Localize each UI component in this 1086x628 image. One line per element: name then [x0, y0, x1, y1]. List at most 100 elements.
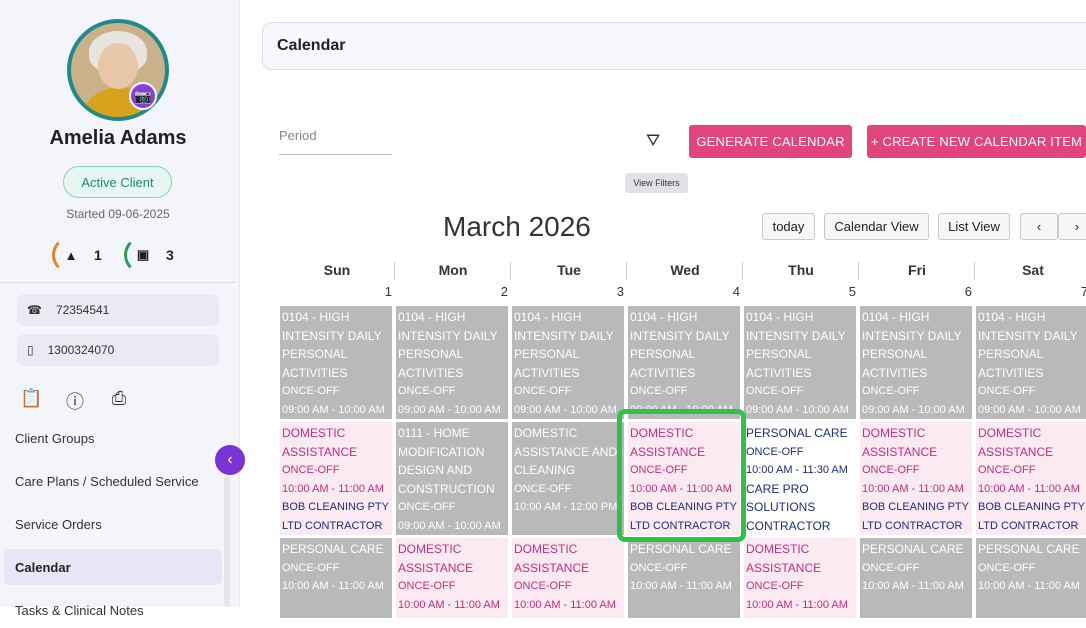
calendar-event[interactable]: 0104 - HIGH INTENSITY DAILY PERSONAL ACT…	[860, 306, 972, 419]
event-frequency: ONCE-OFF	[282, 561, 340, 574]
list-view-button[interactable]: List View	[938, 213, 1010, 240]
event-time: 10:00 AM - 12:00 PM	[514, 501, 618, 514]
event-frequency: ONCE-OFF	[282, 464, 340, 477]
client-name: Amelia Adams	[49, 127, 187, 149]
mobile-number: 1300324070	[47, 343, 115, 357]
collapse-sidebar-button[interactable]: ‹	[215, 445, 245, 475]
create-calendar-item-button[interactable]: + CREATE NEW CALENDAR ITEM	[867, 125, 1086, 158]
tool-row: 📋 ⓘ ⎙	[20, 388, 130, 414]
nav-item-client-groups[interactable]: Client Groups	[4, 420, 222, 456]
mobile-icon: ▯	[27, 343, 34, 357]
calendar-event[interactable]: DOMESTIC ASSISTANCE ONCE-OFF 10:00 AM - 11…	[512, 538, 624, 618]
event-title: DOMESTIC ASSISTANCE	[978, 426, 1054, 459]
event-frequency: ONCE-OFF	[398, 385, 456, 398]
header-separator	[394, 262, 395, 280]
event-title: DOMESTIC ASSISTANCE	[514, 542, 590, 575]
clipboard-icon[interactable]: 📋	[20, 388, 42, 414]
sidebar-scrollbar[interactable]	[224, 476, 230, 607]
nav-item-service-orders[interactable]: Service Orders	[4, 506, 222, 542]
calendar-event[interactable]: PERSONAL CARE ONCE-OFF 10:00 AM - 11:00 AM	[628, 538, 740, 618]
nav-item-tasks[interactable]: Tasks & Clinical Notes	[4, 592, 222, 628]
alert-counter[interactable]: ▲ 1	[52, 236, 102, 274]
day-header-fri: Fri	[908, 262, 926, 278]
event-time: 10:00 AM - 11:00 AM	[862, 580, 964, 593]
generate-calendar-button[interactable]: GENERATE CALENDAR	[689, 125, 852, 158]
event-provider: BOB CLEANING PTY LTD CONTRACTOR	[282, 501, 389, 532]
event-title: PERSONAL CARE	[978, 542, 1080, 556]
calendar-event[interactable]: DOMESTIC ASSISTANCE ONCE-OFF 10:00 AM - 11…	[976, 422, 1086, 535]
phone-icon: ☎	[27, 303, 42, 317]
event-frequency: ONCE-OFF	[862, 561, 920, 574]
prev-month-button[interactable]: ‹	[1020, 213, 1058, 240]
day-number[interactable]: 4	[627, 284, 740, 300]
day-number[interactable]: 1	[279, 284, 392, 300]
next-month-button[interactable]: ›	[1058, 213, 1086, 240]
calendar-event[interactable]: DOMESTIC ASSISTANCE ONCE-OFF 10:00 AM - 11…	[396, 538, 508, 618]
started-date: Started 09-06-2025	[66, 207, 170, 221]
nav-item-calendar[interactable]: Calendar	[4, 549, 222, 585]
calendar-event[interactable]: 0104 - HIGH INTENSITY DAILY PERSONAL ACT…	[976, 306, 1086, 419]
event-title: 0104 - HIGH INTENSITY DAILY PERSONAL ACT…	[282, 310, 382, 380]
event-provider: CARE PRO SOLUTIONS CONTRACTOR	[746, 481, 831, 533]
calendar-event[interactable]: PERSONAL CARE ONCE-OFF 10:00 AM - 11:00 AM	[976, 538, 1086, 618]
calendar-event[interactable]: 0111 - HOME MODIFICATION DESIGN AND CONS…	[396, 422, 508, 535]
event-title: DOMESTIC ASSISTANCE	[862, 426, 938, 459]
calendar-event[interactable]: 0104 - HIGH INTENSITY DAILY PERSONAL ACT…	[744, 306, 856, 419]
event-time: 09:00 AM - 10:00 AM	[282, 403, 385, 416]
month-title: March 2026	[443, 211, 591, 242]
calendar-event[interactable]: DOMESTIC ASSISTANCE ONCE-OFF 10:00 AM - 11…	[744, 538, 856, 618]
event-title: 0104 - HIGH INTENSITY DAILY PERSONAL ACT…	[978, 310, 1078, 380]
calendar-event[interactable]: PERSONAL CARE ONCE-OFF 10:00 AM - 11:30 AM…	[744, 422, 856, 535]
day-header-thu: Thu	[788, 262, 814, 278]
today-button[interactable]: today	[762, 213, 815, 240]
event-time: 09:00 AM - 10:00 AM	[746, 403, 849, 416]
camera-icon[interactable]: 📷	[129, 82, 157, 110]
calendar-view-button[interactable]: Calendar View	[824, 213, 929, 240]
filter-icon[interactable]: ⛛	[646, 131, 660, 151]
event-frequency: ONCE-OFF	[862, 464, 920, 477]
event-time: 10:00 AM - 11:00 AM	[514, 598, 616, 611]
day-number[interactable]: 5	[743, 284, 856, 300]
mobile-field[interactable]: ▯ 1300324070	[17, 334, 219, 366]
calendar-event[interactable]: 0104 - HIGH INTENSITY DAILY PERSONAL ACT…	[628, 306, 740, 419]
day-header-wed: Wed	[670, 262, 700, 278]
day-number[interactable]: 3	[511, 284, 624, 300]
avatar[interactable]	[67, 19, 169, 121]
calendar-event[interactable]: DOMESTIC ASSISTANCE ONCE-OFF 10:00 AM - 11…	[860, 422, 972, 535]
nav-item-care-plans[interactable]: Care Plans / Scheduled Service	[4, 463, 222, 499]
warning-icon: ▲	[64, 247, 78, 263]
day-number[interactable]: 2	[395, 284, 508, 300]
event-title: DOMESTIC ASSISTANCE AND CLEANING	[514, 426, 618, 478]
wallet-counter[interactable]: ▣ 3	[124, 236, 174, 274]
event-frequency: ONCE-OFF	[862, 385, 920, 398]
day-number[interactable]: 6	[859, 284, 972, 300]
calendar-event[interactable]: 0104 - HIGH INTENSITY DAILY PERSONAL ACT…	[280, 306, 392, 419]
alert-count: 1	[94, 247, 102, 263]
calendar-event[interactable]: 0104 - HIGH INTENSITY DAILY PERSONAL ACT…	[396, 306, 508, 419]
sidebar: 📷 Amelia Adams Active Client Started 09-…	[0, 0, 240, 618]
print-icon[interactable]: ⎙	[108, 388, 130, 414]
event-title: DOMESTIC ASSISTANCE	[282, 426, 358, 459]
phone-number: 72354541	[55, 303, 110, 317]
phone-field[interactable]: ☎ 72354541	[17, 294, 219, 326]
calendar-event[interactable]: PERSONAL CARE ONCE-OFF 10:00 AM - 11:00 AM	[860, 538, 972, 618]
calendar-event[interactable]: DOMESTIC ASSISTANCE ONCE-OFF 10:00 AM - 11…	[280, 422, 392, 535]
calendar-event[interactable]: 0104 - HIGH INTENSITY DAILY PERSONAL ACT…	[512, 306, 624, 419]
event-time: 10:00 AM - 11:00 AM	[282, 580, 384, 593]
event-frequency: ONCE-OFF	[978, 561, 1036, 574]
info-icon[interactable]: ⓘ	[64, 388, 86, 414]
event-time: 10:00 AM - 11:00 AM	[398, 598, 500, 611]
event-frequency: ONCE-OFF	[746, 445, 804, 458]
calendar-event[interactable]: PERSONAL CARE ONCE-OFF 10:00 AM - 11:00 AM	[280, 538, 392, 618]
filter-tooltip: View Filters	[625, 173, 688, 193]
event-title: 0104 - HIGH INTENSITY DAILY PERSONAL ACT…	[630, 310, 730, 380]
event-frequency: ONCE-OFF	[630, 385, 688, 398]
calendar-event[interactable]: DOMESTIC ASSISTANCE AND CLEANING ONCE-OFF…	[512, 422, 624, 535]
event-frequency: ONCE-OFF	[746, 580, 804, 593]
event-frequency: ONCE-OFF	[514, 385, 572, 398]
event-time: 10:00 AM - 11:00 AM	[746, 598, 848, 611]
period-input[interactable]: Period	[279, 120, 392, 155]
day-number[interactable]: 7	[975, 284, 1086, 300]
event-provider: BOB CLEANING PTY LTD CONTRACTOR	[978, 501, 1085, 532]
alert-ring: ▲	[52, 236, 90, 274]
